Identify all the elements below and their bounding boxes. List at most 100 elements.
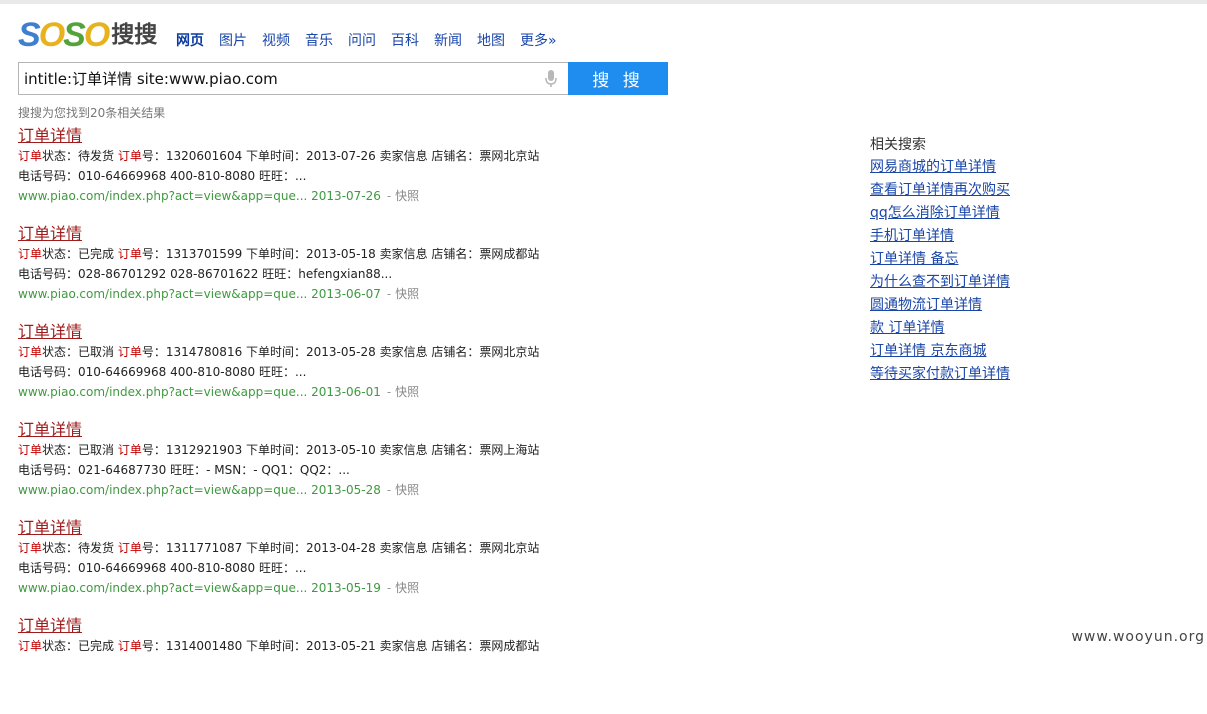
snapshot-link[interactable]: 快照 <box>395 189 419 203</box>
separator: - <box>386 483 392 497</box>
nav-music[interactable]: 音乐 <box>305 31 333 51</box>
result-url: www.piao.com/index.php?act=view&app=que.… <box>18 385 308 399</box>
result-snippet-line2: 电话号码：028-86701292 028-86701622 旺旺：hefeng… <box>18 267 393 281</box>
result-item: 订单详情 订单状态：已完成 订单号：1314001480 下单时间：2013-0… <box>18 616 638 714</box>
related-searches-title: 相关搜索 <box>870 137 926 153</box>
snippet-text: 状态：已完成 <box>42 639 118 653</box>
keyword-highlight: 订单 <box>18 149 43 163</box>
snippet-text: 号：1314780816 下单时间：2013-05-28 卖家信息 店铺名：票网… <box>141 345 540 359</box>
result-snippet-line2: 电话号码：010-64669968 400-810-8080 旺旺：... <box>18 169 307 183</box>
microphone-icon[interactable] <box>545 70 557 88</box>
nav-news[interactable]: 新闻 <box>434 31 462 51</box>
result-url: www.piao.com/index.php?act=view&app=que.… <box>18 483 308 497</box>
snapshot-link[interactable]: 快照 <box>395 581 419 595</box>
separator: - <box>386 385 392 399</box>
result-snippet-line1: 订单状态：待发货 订单号：1320601604 下单时间：2013-07-26 … <box>18 146 638 166</box>
result-snippet-line2: 电话号码：021-64687730 旺旺：- MSN：- QQ1：QQ2：... <box>18 463 350 477</box>
results-list: 订单详情 订单状态：待发货 订单号：1320601604 下单时间：2013-0… <box>18 126 638 714</box>
result-snippet-line2: 电话号码：010-64669968 400-810-8080 旺旺：... <box>18 561 307 575</box>
related-search-link[interactable]: 款 订单详情 <box>870 317 1010 340</box>
result-snippet-line1: 订单状态：已取消 订单号：1314780816 下单时间：2013-05-28 … <box>18 342 638 362</box>
result-title-link[interactable]: 订单详情 <box>18 518 82 538</box>
nav-more[interactable]: 更多» <box>520 31 557 51</box>
related-search-link[interactable]: 为什么查不到订单详情 <box>870 271 1010 294</box>
snapshot-link[interactable]: 快照 <box>395 287 419 301</box>
result-snippet-line2: 电话号码：010-64669968 400-810-8080 旺旺：... <box>18 365 307 379</box>
separator: - <box>386 581 392 595</box>
nav-map[interactable]: 地图 <box>477 31 505 51</box>
result-item: 订单详情 订单状态：待发货 订单号：1311771087 下单时间：2013-0… <box>18 518 638 616</box>
result-url-line: www.piao.com/index.php?act=view&app=que.… <box>18 284 638 304</box>
nav-images[interactable]: 图片 <box>219 31 247 51</box>
nav-web[interactable]: 网页 <box>176 31 204 51</box>
result-item: 订单详情 订单状态：已完成 订单号：1313701599 下单时间：2013-0… <box>18 224 638 322</box>
keyword-highlight: 订单 <box>117 247 142 261</box>
related-search-link[interactable]: 订单详情 备忘 <box>870 248 1010 271</box>
related-search-link[interactable]: 网易商城的订单详情 <box>870 156 1010 179</box>
result-url-line: www.piao.com/index.php?act=view&app=que.… <box>18 186 638 206</box>
result-date: 2013-05-19 <box>311 581 381 595</box>
result-title-link[interactable]: 订单详情 <box>18 224 82 244</box>
keyword-highlight: 订单 <box>117 345 142 359</box>
snippet-text: 号：1314001480 下单时间：2013-05-21 卖家信息 店铺名：票网… <box>141 639 540 653</box>
snippet-text: 状态：待发货 <box>42 541 118 555</box>
snapshot-link[interactable]: 快照 <box>395 385 419 399</box>
snippet-text: 号：1320601604 下单时间：2013-07-26 卖家信息 店铺名：票网… <box>141 149 540 163</box>
keyword-highlight: 订单 <box>18 541 43 555</box>
snippet-text: 状态：已完成 <box>42 247 118 261</box>
nav-baike[interactable]: 百科 <box>391 31 419 51</box>
vertical-nav: 网页 图片 视频 音乐 问问 百科 新闻 地图 更多» <box>176 31 572 51</box>
snippet-text: 号：1313701599 下单时间：2013-05-18 卖家信息 店铺名：票网… <box>141 247 540 261</box>
keyword-highlight: 订单 <box>117 639 142 653</box>
result-title-link[interactable]: 订单详情 <box>18 616 82 636</box>
result-url-line: www.piao.com/index.php?act=view&app=que.… <box>18 578 638 598</box>
soso-logo[interactable]: SOSO 搜搜 <box>18 18 157 52</box>
result-url: www.piao.com/index.php?act=view&app=que.… <box>18 189 308 203</box>
related-search-link[interactable]: 查看订单详情再次购买 <box>870 179 1010 202</box>
search-button[interactable]: 搜 搜 <box>568 62 668 95</box>
related-search-link[interactable]: 手机订单详情 <box>870 225 1010 248</box>
search-box <box>18 62 568 95</box>
snippet-text: 状态：已取消 <box>42 345 118 359</box>
keyword-highlight: 订单 <box>18 639 43 653</box>
keyword-highlight: 订单 <box>18 443 43 457</box>
related-search-link[interactable]: qq怎么消除订单详情 <box>870 202 1010 225</box>
keyword-highlight: 订单 <box>117 443 142 457</box>
related-search-link[interactable]: 订单详情 京东商城 <box>870 340 1010 363</box>
result-date: 2013-06-07 <box>311 287 381 301</box>
search-input[interactable] <box>24 63 534 94</box>
snippet-text: 号：1311771087 下单时间：2013-04-28 卖家信息 店铺名：票网… <box>141 541 540 555</box>
result-item: 订单详情 订单状态：已取消 订单号：1314780816 下单时间：2013-0… <box>18 322 638 420</box>
result-title-link[interactable]: 订单详情 <box>18 420 82 440</box>
result-date: 2013-07-26 <box>311 189 381 203</box>
separator: - <box>386 287 392 301</box>
result-date: 2013-05-28 <box>311 483 381 497</box>
result-snippet-line1: 订单状态：待发货 订单号：1311771087 下单时间：2013-04-28 … <box>18 538 638 558</box>
keyword-highlight: 订单 <box>117 541 142 555</box>
result-url-line: www.piao.com/index.php?act=view&app=que.… <box>18 480 638 500</box>
keyword-highlight: 订单 <box>117 149 142 163</box>
result-date: 2013-06-01 <box>311 385 381 399</box>
top-border <box>0 0 1207 4</box>
related-searches: 相关搜索 网易商城的订单详情 查看订单详情再次购买 qq怎么消除订单详情 手机订… <box>870 134 1010 386</box>
result-item: 订单详情 订单状态：已取消 订单号：1312921903 下单时间：2013-0… <box>18 420 638 518</box>
result-item: 订单详情 订单状态：待发货 订单号：1320601604 下单时间：2013-0… <box>18 126 638 224</box>
related-search-link[interactable]: 圆通物流订单详情 <box>870 294 1010 317</box>
result-url: www.piao.com/index.php?act=view&app=que.… <box>18 581 308 595</box>
result-count: 搜搜为您找到20条相关结果 <box>18 106 166 120</box>
result-url: www.piao.com/index.php?act=view&app=que.… <box>18 287 308 301</box>
nav-wenwen[interactable]: 问问 <box>348 31 376 51</box>
watermark: www.wooyun.org <box>1071 629 1205 645</box>
result-snippet-line1: 订单状态：已完成 订单号：1313701599 下单时间：2013-05-18 … <box>18 244 638 264</box>
snippet-text: 状态：待发货 <box>42 149 118 163</box>
snapshot-link[interactable]: 快照 <box>395 483 419 497</box>
separator: - <box>386 189 392 203</box>
related-search-link[interactable]: 等待买家付款订单详情 <box>870 363 1010 386</box>
keyword-highlight: 订单 <box>18 247 43 261</box>
result-url-line: www.piao.com/index.php?act=view&app=que.… <box>18 382 638 402</box>
result-title-link[interactable]: 订单详情 <box>18 322 82 342</box>
result-title-link[interactable]: 订单详情 <box>18 126 82 146</box>
snippet-text: 号：1312921903 下单时间：2013-05-10 卖家信息 店铺名：票网… <box>141 443 540 457</box>
nav-video[interactable]: 视频 <box>262 31 290 51</box>
keyword-highlight: 订单 <box>18 345 43 359</box>
